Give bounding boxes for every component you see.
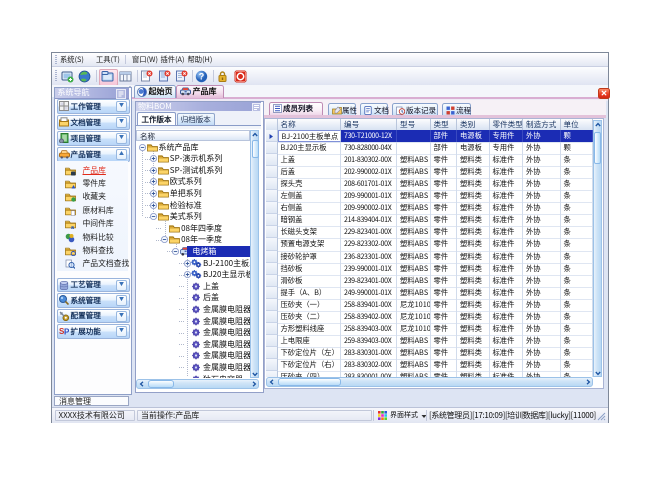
svg-text:P: P bbox=[64, 328, 70, 337]
svg-text:?: ? bbox=[198, 71, 204, 81]
